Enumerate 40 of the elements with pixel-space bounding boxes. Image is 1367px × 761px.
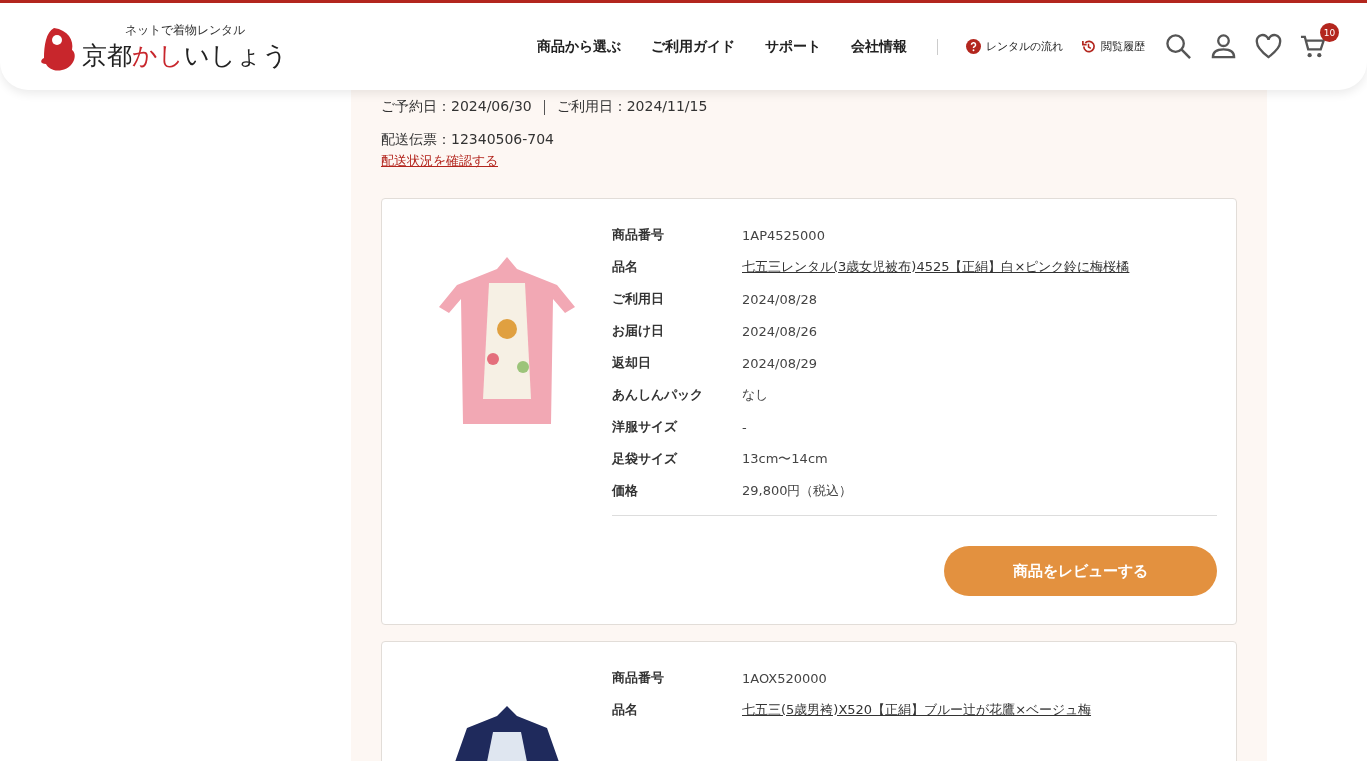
header-link[interactable]: レンタルの流れ: [966, 39, 1063, 54]
search-icon[interactable]: [1165, 33, 1192, 60]
nav-link[interactable]: 商品から選ぶ: [537, 37, 621, 56]
nav-link[interactable]: 会社情報: [851, 37, 907, 56]
field-label: ご利用日: [612, 290, 665, 308]
field-value: 2024/08/29: [742, 355, 817, 371]
field-value: 2024/08/28: [742, 291, 817, 307]
logo-tagline: ネットで着物レンタル: [125, 21, 245, 39]
field-value: なし: [742, 386, 768, 404]
field-value: 2024/08/26: [742, 323, 817, 339]
field-label: 商品番号: [612, 669, 665, 687]
help-icon: [966, 39, 981, 54]
field-label: あんしんパック: [612, 386, 704, 404]
field-label: 価格: [612, 482, 639, 500]
header-link[interactable]: 閲覧履歴: [1081, 39, 1145, 54]
product-name-link[interactable]: 七五三(5歳男袴)X520【正絹】ブルー辻が花鷹×ベージュ梅: [742, 701, 1092, 719]
field-label: 品名: [612, 258, 639, 276]
use-date: ご利用日：2024/11/15: [556, 98, 708, 116]
field-label: 品名: [612, 701, 639, 719]
nav-link[interactable]: ご利用ガイド: [651, 37, 735, 56]
field-value: 13cm〜14cm: [742, 450, 828, 468]
delivery-slip-number: 配送伝票：12340506-704: [381, 131, 556, 149]
field-label: 返却日: [612, 354, 652, 372]
field-label: お届け日: [612, 322, 665, 340]
field-value: -: [742, 419, 747, 435]
history-icon: [1081, 39, 1096, 54]
heart-icon[interactable]: [1255, 33, 1282, 60]
logo-name[interactable]: 京都かし いしょう: [82, 38, 288, 72]
tracking-link[interactable]: 配送状況を確認する: [381, 152, 498, 170]
cart-count-badge: 10: [1320, 23, 1339, 42]
user-icon[interactable]: [1210, 33, 1237, 60]
reservation-date: ご予約日：2024/06/30: [381, 98, 532, 116]
field-label: 足袋サイズ: [612, 450, 679, 468]
field-value: 1AP4525000: [742, 227, 825, 243]
field-value: 29,800円（税込）: [742, 482, 853, 500]
field-label: 洋服サイズ: [612, 418, 679, 436]
product-name-link[interactable]: 七五三レンタル(3歳女児被布)4525【正絹】白×ピンク鈴に梅桜橘: [742, 258, 1130, 276]
field-label: 商品番号: [612, 226, 665, 244]
nav-link[interactable]: サポート: [765, 37, 821, 56]
field-value: 1AOX520000: [742, 670, 827, 686]
